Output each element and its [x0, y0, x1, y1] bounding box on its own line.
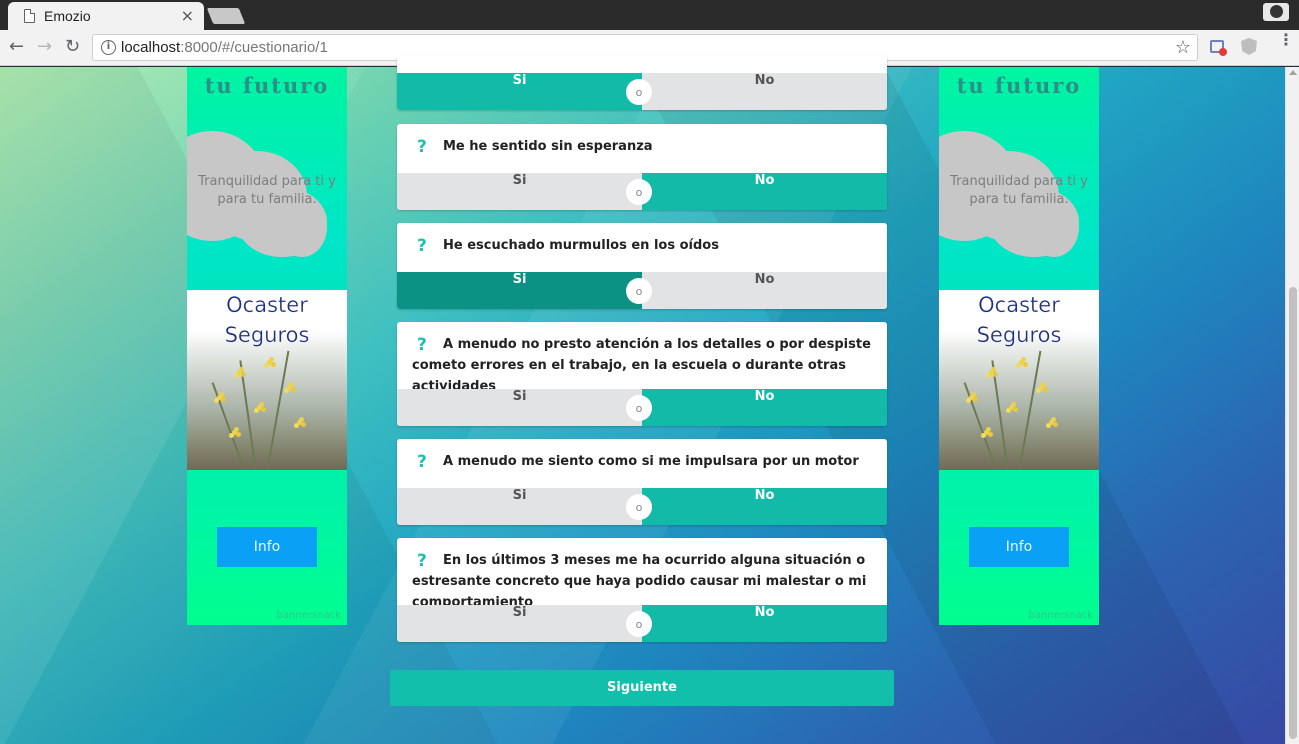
answer-no-button[interactable]: No [642, 173, 887, 210]
question-mark-icon: ? [417, 236, 427, 256]
answer-no-button[interactable]: No [642, 605, 887, 642]
browser-menu-icon[interactable]: ⋮ [1278, 32, 1294, 48]
extension-angular-icon[interactable] [1241, 38, 1257, 55]
profile-icon[interactable] [1263, 3, 1289, 21]
ad-info-button[interactable]: Info [217, 527, 317, 567]
question-card: ? En los últimos 3 meses me ha ocurrido … [397, 538, 887, 642]
answer-yes-button[interactable]: Si [397, 73, 642, 110]
answer-no-button[interactable]: No [642, 73, 887, 110]
question-card: ? He escuchado murmullos en los oídos Si… [397, 223, 887, 309]
answer-yes-button[interactable]: Si [397, 272, 642, 309]
extension-cast-icon[interactable] [1210, 40, 1227, 56]
ad-credit[interactable]: bannersnack [1029, 610, 1093, 621]
or-divider: o [626, 395, 652, 421]
or-divider: o [626, 278, 652, 304]
or-divider: o [626, 494, 652, 520]
answer-toggle: Si No o [397, 605, 887, 642]
question-text: ? A menudo me siento como si me impulsar… [417, 452, 859, 472]
browser-titlebar: Emozio × [0, 0, 1299, 30]
ad-title: tu futuro [204, 73, 330, 98]
scrollbar-thumb[interactable] [1289, 287, 1297, 739]
answer-yes-button[interactable]: Si [397, 173, 642, 210]
ad-credit[interactable]: bannersnack [277, 610, 341, 621]
answer-yes-button[interactable]: Si [397, 389, 642, 426]
answer-toggle: Si No o [397, 272, 887, 309]
ad-brand-name: Ocaster Seguros [976, 293, 1062, 347]
answer-no-button[interactable]: No [642, 272, 887, 309]
question-card: ? Me he sentido sin esperanza Si No o [397, 124, 887, 210]
scroll-up-arrow-icon[interactable] [1289, 70, 1297, 75]
question-mark-icon: ? [417, 551, 427, 571]
reload-button[interactable]: ↻ [65, 37, 80, 57]
next-button[interactable]: Siguiente [390, 670, 894, 706]
answer-toggle: Si No o [397, 488, 887, 525]
question-mark-icon: ? [417, 335, 427, 355]
ad-tagline: Tranquilidad para ti y para tu familia. [198, 174, 336, 207]
browser-tab[interactable]: Emozio × [8, 2, 204, 30]
ad-banner-left[interactable]: tu futuro Tranquilidad para ti y para tu… [187, 67, 347, 625]
answer-yes-button[interactable]: Si [397, 605, 642, 642]
new-tab-button[interactable] [206, 8, 246, 24]
question-card: ? A menudo me siento como si me impulsar… [397, 439, 887, 525]
or-divider: o [626, 611, 652, 637]
or-divider: o [626, 179, 652, 205]
back-button[interactable]: ← [9, 37, 24, 57]
ad-banner-right[interactable]: tu futuro Tranquilidad para ti y para tu… [939, 67, 1099, 625]
ad-tagline: Tranquilidad para ti y para tu familia. [950, 174, 1088, 207]
ad-info-button[interactable]: Info [969, 527, 1069, 567]
answer-toggle: Si No o [397, 173, 887, 210]
question-card: ? A menudo no presto atención a los deta… [397, 322, 887, 426]
answer-no-button[interactable]: No [642, 389, 887, 426]
bookmark-star-icon[interactable]: ☆ [1175, 37, 1191, 58]
answer-yes-button[interactable]: Si [397, 488, 642, 525]
tab-title: Emozio [44, 8, 91, 24]
url-text[interactable]: localhost:8000/#/cuestionario/1 [121, 39, 328, 56]
answer-no-button[interactable]: No [642, 488, 887, 525]
question-text: ? Me he sentido sin esperanza [417, 137, 653, 157]
site-info-icon[interactable]: i [101, 40, 116, 55]
question-mark-icon: ? [417, 452, 427, 472]
question-mark-icon: ? [417, 137, 427, 157]
ad-title: tu futuro [956, 73, 1082, 98]
ad-brand-name: Ocaster Seguros [224, 293, 310, 347]
answer-toggle: Si No o [397, 389, 887, 426]
forward-button[interactable]: → [37, 37, 52, 57]
or-divider: o [626, 79, 652, 105]
answer-toggle: Si No o [397, 73, 887, 110]
close-tab-icon[interactable]: × [181, 6, 194, 25]
document-icon [24, 9, 35, 23]
question-card: Si No o [397, 55, 887, 110]
page-scrollbar[interactable] [1285, 67, 1299, 744]
question-text: ? He escuchado murmullos en los oídos [417, 236, 719, 256]
